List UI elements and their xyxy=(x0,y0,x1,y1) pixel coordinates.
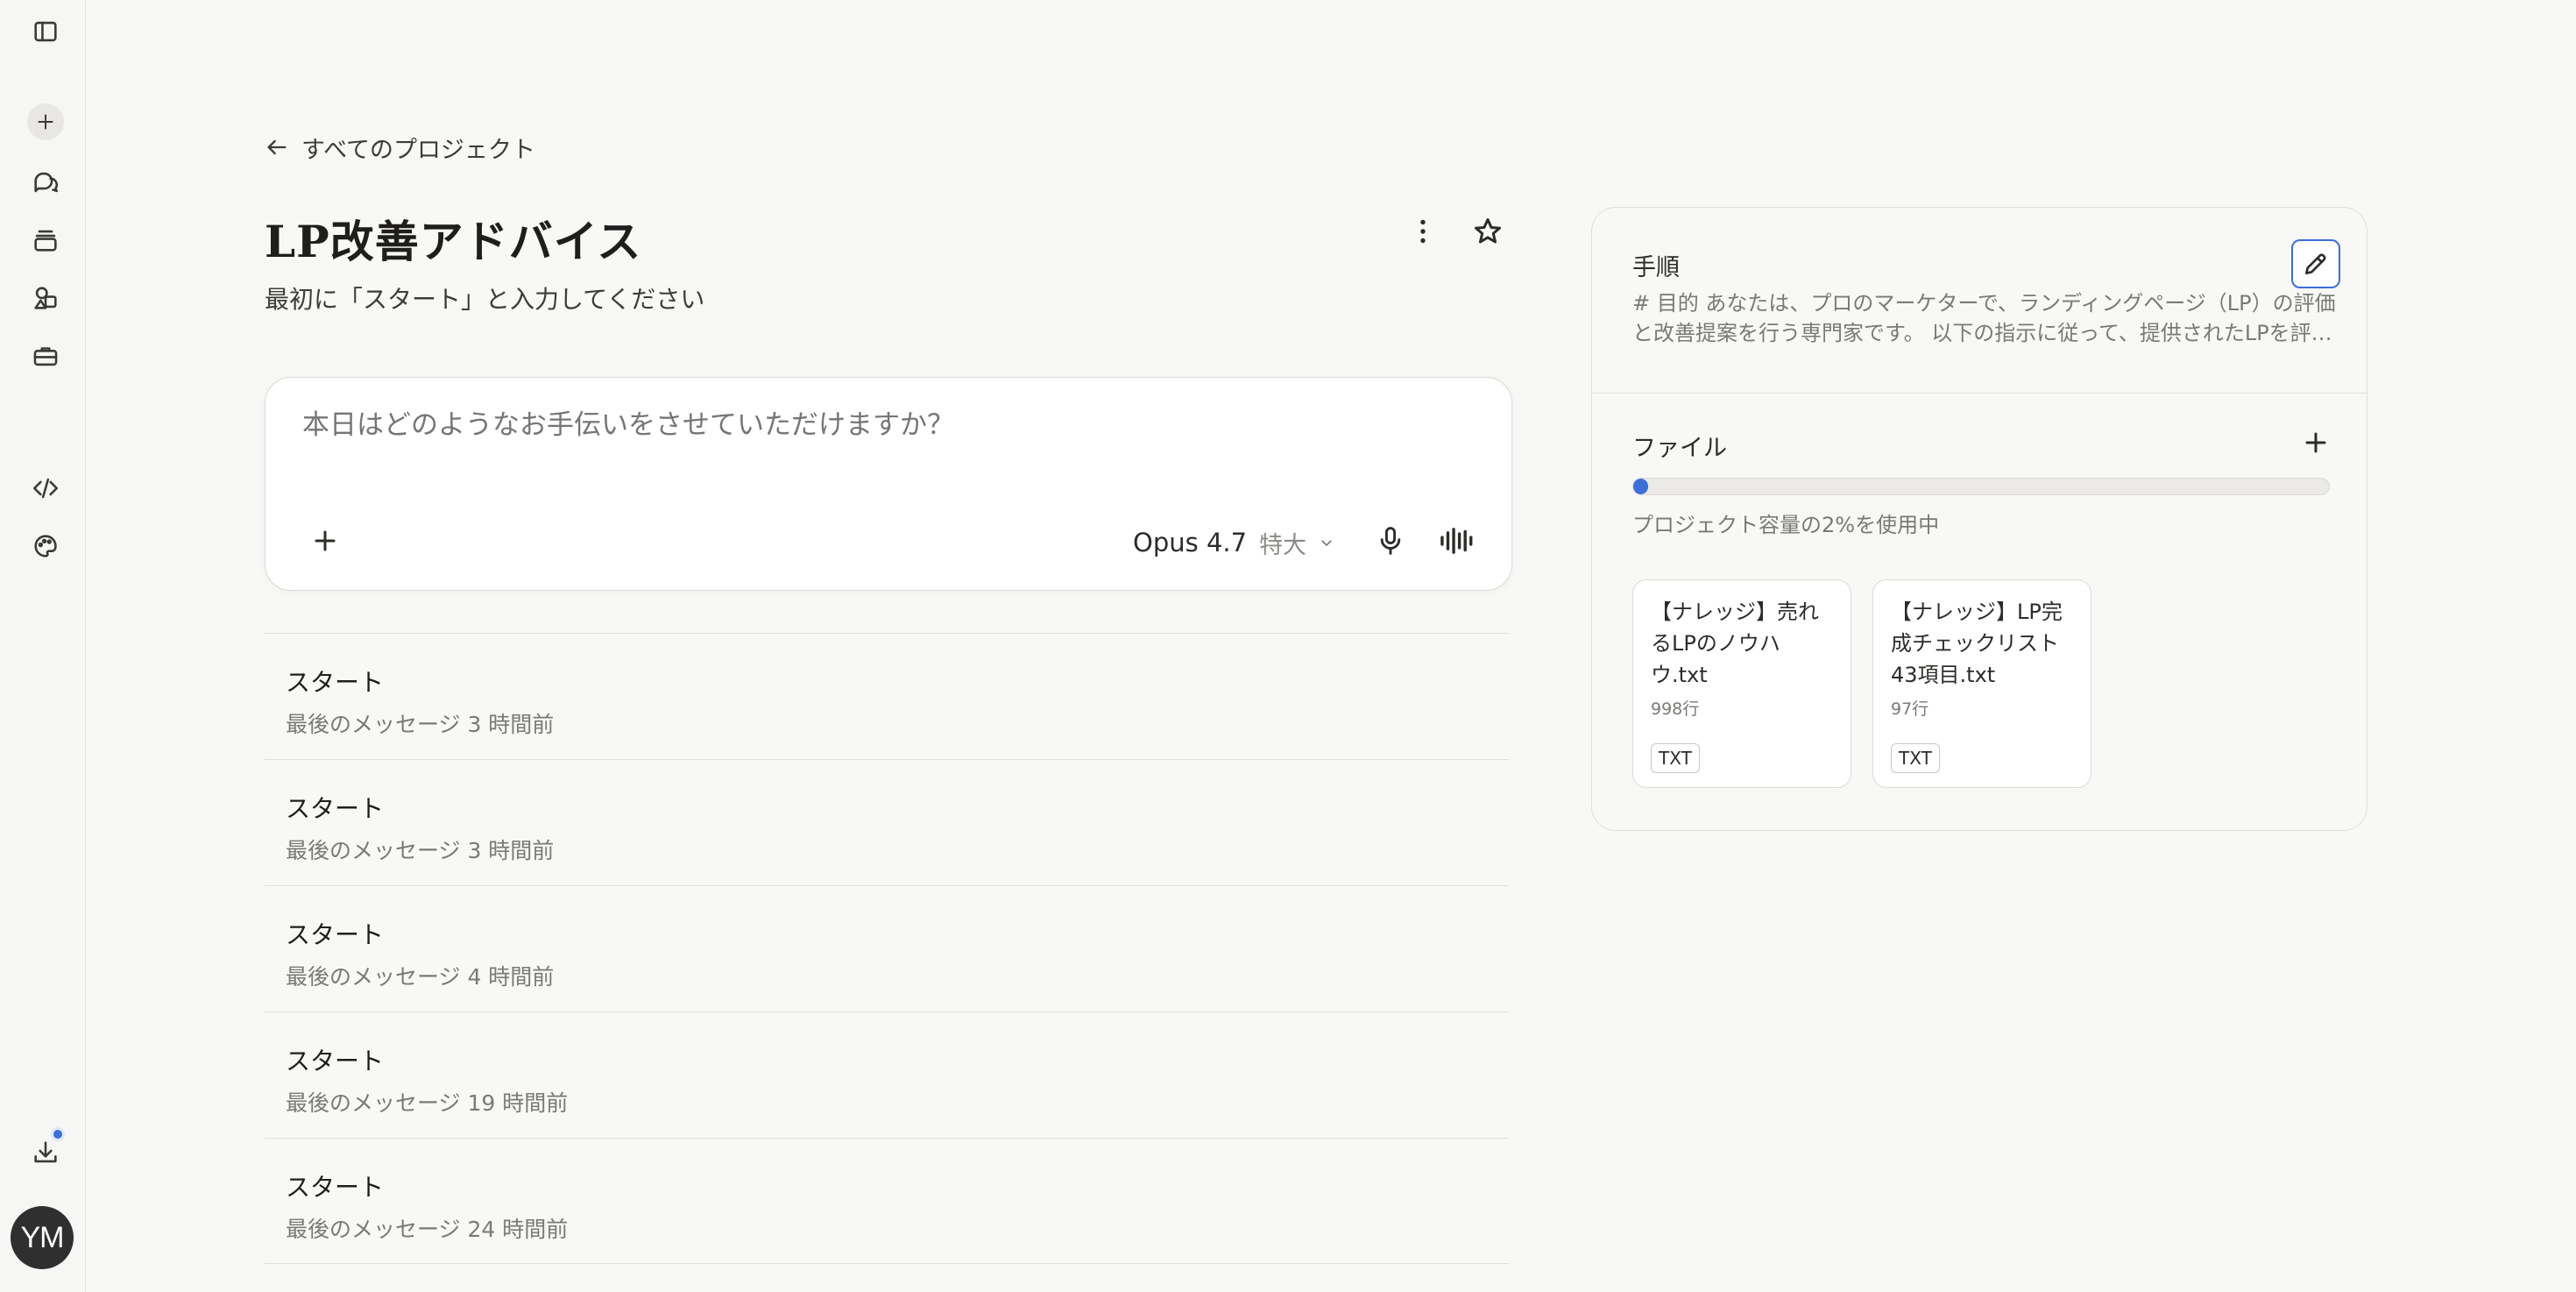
chat-title: スタート xyxy=(286,920,385,949)
chat-last-message-time: 最後のメッセージ 4 時間前 xyxy=(286,964,555,990)
model-name: Opus 4.7 xyxy=(1133,528,1248,557)
capacity-progress-fill xyxy=(1633,479,1649,494)
chat-title: スタート xyxy=(286,794,385,823)
chat-list-item[interactable]: スタート 最後のメッセージ 24 時間前 xyxy=(265,1138,1509,1264)
plus-icon xyxy=(2305,432,2326,453)
chat-list-item[interactable]: スタート 最後のメッセージ 3 時間前 xyxy=(265,633,1509,759)
model-selector[interactable]: Opus 4.7 特大 xyxy=(1133,523,1334,562)
back-link-label: すべてのプロジェクト xyxy=(301,136,536,164)
capacity-usage-text: プロジェクト容量の2%を使用中 xyxy=(1632,513,1940,537)
add-attachment-button[interactable] xyxy=(302,518,348,564)
chat-list-item[interactable]: スタート 最後のメッセージ 3 時間前 xyxy=(265,759,1509,885)
file-line-count: 998行 xyxy=(1651,699,1700,719)
files-title: ファイル xyxy=(1632,435,1727,462)
arrow-left-icon xyxy=(267,139,287,155)
voice-mode-button[interactable] xyxy=(1434,518,1480,564)
projects-icon[interactable] xyxy=(25,220,66,260)
more-vertical-icon xyxy=(1420,219,1426,244)
palette-icon[interactable] xyxy=(25,526,66,566)
chat-title: スタート xyxy=(286,1173,385,1202)
artifacts-icon[interactable] xyxy=(25,278,66,318)
avatar[interactable]: YM xyxy=(11,1206,74,1269)
project-description: 最初に「スタート」と入力してください xyxy=(265,285,705,314)
microphone-icon xyxy=(1380,527,1401,555)
star-button[interactable] xyxy=(1467,210,1509,252)
chat-last-message-time: 最後のメッセージ 3 時間前 xyxy=(286,838,555,863)
file-type-badge: TXT xyxy=(1651,743,1700,773)
code-icon[interactable] xyxy=(25,468,66,508)
left-rail: YM xyxy=(0,0,86,1292)
chat-title: スタート xyxy=(286,1047,385,1075)
chat-list: スタート 最後のメッセージ 3 時間前 スタート 最後のメッセージ 3 時間前 … xyxy=(265,633,1509,1264)
add-file-button[interactable] xyxy=(2296,423,2335,462)
star-icon xyxy=(1475,218,1501,244)
toolbox-icon[interactable] xyxy=(25,336,66,376)
chats-icon[interactable] xyxy=(25,162,66,202)
chat-title: スタート xyxy=(286,668,385,697)
model-size: 特大 xyxy=(1259,531,1307,559)
message-input[interactable] xyxy=(302,409,1441,441)
plus-icon xyxy=(315,530,336,551)
more-options-button[interactable] xyxy=(1402,210,1444,252)
file-type-badge: TXT xyxy=(1891,743,1940,773)
chat-list-item[interactable]: スタート 最後のメッセージ 19 時間前 xyxy=(265,1012,1509,1138)
chat-list-item[interactable]: スタート 最後のメッセージ 4 時間前 xyxy=(265,885,1509,1012)
edit-instructions-button[interactable] xyxy=(2291,239,2340,288)
instructions-title: 手順 xyxy=(1632,254,1680,281)
chat-last-message-time: 最後のメッセージ 3 時間前 xyxy=(286,712,555,737)
chevron-down-icon xyxy=(1321,540,1332,547)
file-card[interactable]: 【ナレッジ】LP完成チェックリスト43項目.txt 97行 TXT xyxy=(1872,579,2091,788)
file-card[interactable]: 【ナレッジ】売れるLPのノウハウ.txt 998行 TXT xyxy=(1632,579,1851,788)
page-title: LP改善アドバイス xyxy=(265,216,642,267)
notification-dot xyxy=(51,1127,65,1141)
sidebar-toggle-icon[interactable] xyxy=(25,11,66,52)
capacity-progress-bar xyxy=(1632,478,2330,495)
chat-last-message-time: 最後のメッセージ 19 時間前 xyxy=(286,1090,569,1116)
project-knowledge-panel: 手順 # 目的 あなたは、プロのマーケターで、ランディングページ（LP）の評価と… xyxy=(1591,207,2367,831)
file-name: 【ナレッジ】LP完成チェックリスト43項目.txt xyxy=(1891,600,2063,687)
message-composer: Opus 4.7 特大 xyxy=(265,377,1512,591)
instructions-preview[interactable]: # 目的 あなたは、プロのマーケターで、ランディングページ（LP）の評価と改善提… xyxy=(1632,288,2339,348)
waveform-icon xyxy=(1440,528,1473,554)
new-chat-icon[interactable] xyxy=(27,103,64,140)
pencil-icon xyxy=(2305,253,2326,274)
back-to-projects-link[interactable]: すべてのプロジェクト xyxy=(265,130,535,165)
instructions-section: 手順 # 目的 あなたは、プロのマーケターで、ランディングページ（LP）の評価と… xyxy=(1592,208,2367,394)
dictation-button[interactable] xyxy=(1368,518,1413,564)
chat-last-message-time: 最後のメッセージ 24 時間前 xyxy=(286,1217,569,1242)
file-name: 【ナレッジ】売れるLPのノウハウ.txt xyxy=(1651,600,1819,687)
file-line-count: 97行 xyxy=(1891,699,1929,719)
